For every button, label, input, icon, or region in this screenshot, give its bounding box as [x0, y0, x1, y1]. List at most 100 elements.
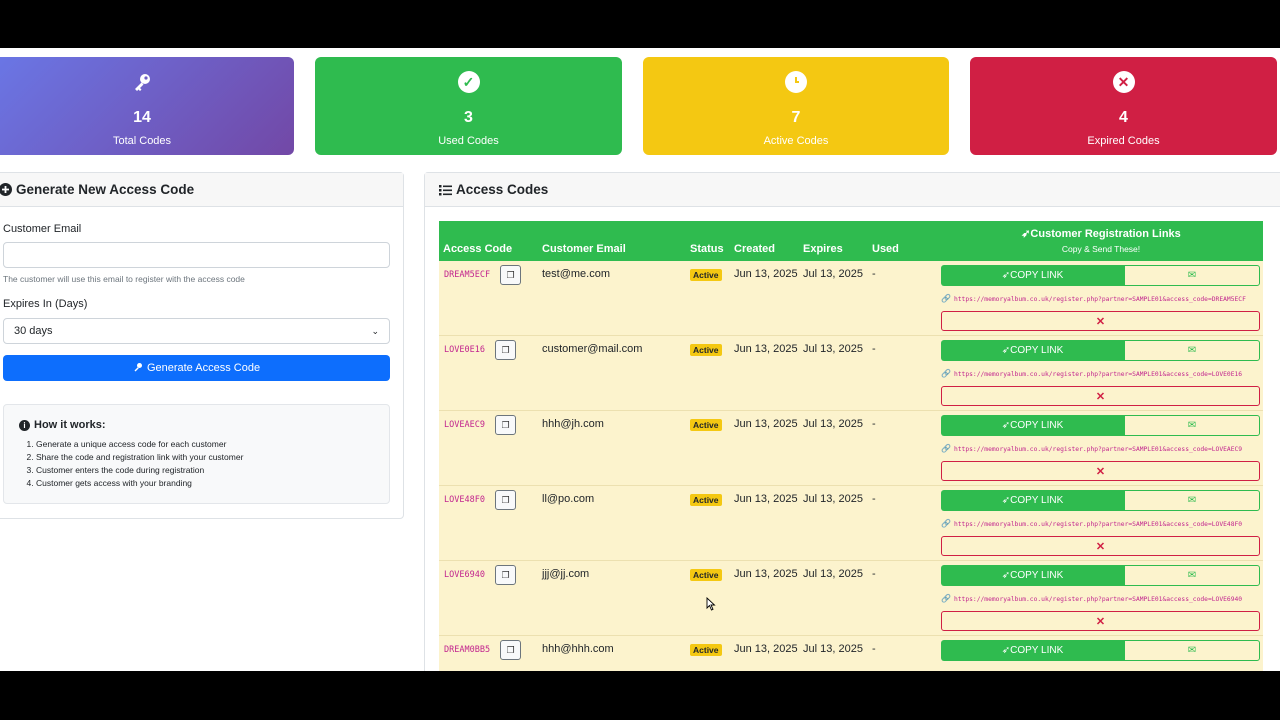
- access-code: DREAM5ECF: [444, 270, 491, 280]
- access-codes-card: Access Codes Access Code Customer Email …: [424, 172, 1280, 671]
- access-codes-header: Access Codes: [425, 173, 1280, 207]
- link-icon: 🔗: [941, 444, 951, 453]
- email-link-button[interactable]: ✉: [1124, 415, 1260, 436]
- stat-card-total: 14 Total Codes: [0, 57, 294, 155]
- how-it-works-box: i How it works: Generate a unique access…: [3, 404, 390, 504]
- status-badge: Active: [690, 569, 722, 581]
- check-circle-icon: ✓: [457, 71, 480, 93]
- table-row: DREAM0BB5 ❐ hhh@hhh.com Active Jun 13, 2…: [439, 636, 1263, 671]
- status-badge: Active: [690, 344, 722, 356]
- link-icon: 🔗: [941, 594, 951, 603]
- copy-link-button[interactable]: ➶ COPY LINK: [941, 265, 1124, 286]
- email-link-button[interactable]: ✉: [1124, 265, 1260, 286]
- stat-value: 14: [133, 109, 151, 126]
- generate-code-card: Generate New Access Code Customer Email …: [0, 172, 404, 519]
- copy-code-button[interactable]: ❐: [495, 340, 516, 360]
- created-date: Jun 13, 2025: [734, 643, 798, 655]
- stat-card-used: ✓ 3 Used Codes: [315, 57, 622, 155]
- email-link-button[interactable]: ✉: [1124, 640, 1260, 661]
- copy-code-button[interactable]: ❐: [500, 640, 521, 660]
- rocket-icon: ➶: [1001, 495, 1011, 506]
- plus-circle-icon: [0, 183, 12, 196]
- email-link-button[interactable]: ✉: [1124, 490, 1260, 511]
- close-icon: ✕: [1095, 465, 1106, 478]
- email-link-button[interactable]: ✉: [1124, 565, 1260, 586]
- top-black-bar: [0, 0, 1280, 48]
- access-code: LOVEAEC9: [444, 420, 485, 430]
- copy-link-button[interactable]: ➶ COPY LINK: [941, 340, 1124, 361]
- registration-url[interactable]: 🔗 https://memoryalbum.co.uk/register.php?…: [941, 369, 1242, 378]
- copy-link-button[interactable]: ➶ COPY LINK: [941, 490, 1124, 511]
- customer-email: hhh@hhh.com: [542, 643, 614, 655]
- page-content: 14 Total Codes ✓ 3 Used Codes 7 Active C…: [0, 48, 1280, 671]
- expires-label: Expires In (Days): [3, 298, 88, 310]
- delete-code-button[interactable]: ✕: [941, 311, 1260, 331]
- column-header-used: Used: [872, 243, 899, 255]
- access-code: LOVE48F0: [444, 495, 485, 505]
- customer-email-input[interactable]: [3, 242, 390, 268]
- table-row: DREAM5ECF ❐ test@me.com Active Jun 13, 2…: [439, 261, 1263, 336]
- stat-label: Expired Codes: [1087, 135, 1160, 147]
- used-value: -: [872, 268, 876, 280]
- clipboard-icon: ❐: [501, 344, 510, 355]
- rocket-icon: ➶: [1001, 570, 1011, 581]
- copy-code-button[interactable]: ❐: [500, 265, 521, 285]
- registration-url[interactable]: 🔗 https://memoryalbum.co.uk/register.php?…: [941, 519, 1242, 528]
- copy-code-button[interactable]: ❐: [495, 565, 516, 585]
- list-icon: [439, 183, 452, 196]
- how-it-works-steps: Generate a unique access code for each c…: [36, 438, 243, 490]
- column-header-email: Customer Email: [542, 243, 626, 255]
- registration-url[interactable]: 🔗 https://memoryalbum.co.uk/register.php?…: [941, 294, 1246, 303]
- link-icon: 🔗: [941, 369, 951, 378]
- expires-select[interactable]: 30 days ⌄: [3, 318, 390, 344]
- customer-email: test@me.com: [542, 268, 611, 280]
- expires-date: Jul 13, 2025: [803, 418, 863, 430]
- key-icon: [133, 362, 143, 375]
- link-icon: 🔗: [941, 294, 951, 303]
- stat-value: 3: [464, 109, 473, 126]
- delete-code-button[interactable]: ✕: [941, 611, 1260, 631]
- list-item: Customer gets access with your branding: [36, 477, 243, 490]
- expires-date: Jul 13, 2025: [803, 268, 863, 280]
- envelope-icon: ✉: [1187, 495, 1197, 506]
- copy-code-button[interactable]: ❐: [495, 490, 516, 510]
- link-icon: 🔗: [941, 519, 951, 528]
- generate-access-code-button[interactable]: Generate Access Code: [3, 355, 390, 381]
- delete-code-button[interactable]: ✕: [941, 536, 1260, 556]
- bottom-black-bar: [0, 671, 1280, 720]
- table-row: LOVE48F0 ❐ ll@po.com Active Jun 13, 2025…: [439, 486, 1263, 561]
- envelope-icon: ✉: [1187, 570, 1197, 581]
- stat-card-active: 7 Active Codes: [643, 57, 949, 155]
- stat-label: Total Codes: [112, 135, 172, 147]
- created-date: Jun 13, 2025: [734, 418, 798, 430]
- links-subheader: Copy & Send These!: [1061, 244, 1141, 254]
- clipboard-icon: ❐: [506, 644, 515, 655]
- rocket-icon: ➶: [1001, 420, 1011, 431]
- status-badge: Active: [690, 419, 722, 431]
- delete-code-button[interactable]: ✕: [941, 461, 1260, 481]
- expires-date: Jul 13, 2025: [803, 493, 863, 505]
- envelope-icon: ✉: [1187, 420, 1197, 431]
- access-code: LOVE6940: [444, 570, 485, 580]
- email-link-button[interactable]: ✉: [1124, 340, 1260, 361]
- used-value: -: [872, 343, 876, 355]
- close-icon: ✕: [1095, 390, 1106, 403]
- list-item: Generate a unique access code for each c…: [36, 438, 243, 451]
- delete-code-button[interactable]: ✕: [941, 386, 1260, 406]
- created-date: Jun 13, 2025: [734, 343, 798, 355]
- customer-email: jjj@jj.com: [542, 568, 590, 580]
- generate-button-label: Generate Access Code: [146, 362, 261, 374]
- copy-link-button[interactable]: ➶ COPY LINK: [941, 415, 1124, 436]
- clipboard-icon: ❐: [501, 494, 510, 505]
- rocket-icon: ➶: [1001, 645, 1011, 656]
- registration-url[interactable]: 🔗 https://memoryalbum.co.uk/register.php?…: [941, 594, 1242, 603]
- copy-link-button[interactable]: ➶ COPY LINK: [941, 565, 1124, 586]
- column-header-code: Access Code: [443, 243, 513, 255]
- access-codes-table-body: DREAM5ECF ❐ test@me.com Active Jun 13, 2…: [439, 261, 1263, 671]
- close-icon: ✕: [1095, 615, 1106, 628]
- registration-url[interactable]: 🔗 https://memoryalbum.co.uk/register.php?…: [941, 444, 1242, 453]
- copy-link-button[interactable]: ➶ COPY LINK: [941, 640, 1124, 661]
- customer-email: customer@mail.com: [542, 343, 643, 355]
- copy-code-button[interactable]: ❐: [495, 415, 516, 435]
- expires-selected-value: 30 days: [14, 325, 53, 337]
